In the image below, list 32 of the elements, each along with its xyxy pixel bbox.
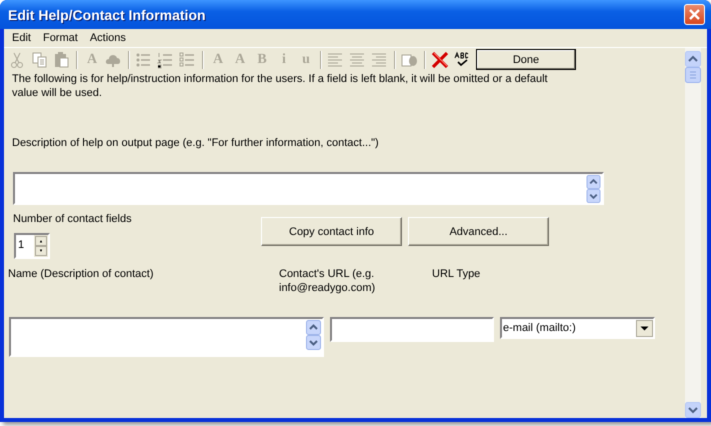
field-label: Description of help on output page (e.g. "For further information, contact...") (11, 137, 380, 149)
scroll-up-icon[interactable] (685, 51, 701, 67)
menu-item[interactable]: Edit (6, 32, 37, 44)
menu-item[interactable]: Actions (84, 32, 132, 44)
column-label: URL Type (432, 267, 480, 281)
close-icon (689, 9, 700, 20)
name-field[interactable] (9, 317, 324, 357)
done-button[interactable]: Done (476, 49, 576, 70)
spellcheck-icon[interactable] (453, 50, 471, 68)
url-field[interactable] (330, 317, 494, 342)
scroll-thumb[interactable] (685, 67, 701, 83)
url-type-dropdown[interactable]: e-mail (mailto:) (500, 317, 655, 339)
scroll-down-icon[interactable] (306, 335, 321, 350)
scroll-down-icon[interactable] (685, 402, 701, 418)
column-label: Name (Description of contact) (8, 267, 154, 281)
field-label: Number of contact fields (13, 213, 133, 225)
menu-item[interactable]: Format (36, 32, 84, 44)
scroll-up-icon[interactable] (586, 175, 601, 189)
window-title: Edit Help/Contact Information (8, 6, 206, 22)
description-field[interactable] (13, 172, 604, 205)
spin-up-icon[interactable] (35, 236, 47, 246)
instruction-text: The following is for help/instruction information for the users. If a field is left blank, it will be omitted or a default value will be used. (11, 72, 549, 100)
scrollbar[interactable] (685, 48, 701, 418)
number-spinner[interactable]: 1 (14, 233, 50, 259)
spin-down-icon[interactable] (35, 246, 47, 256)
delete-icon[interactable] (431, 50, 449, 68)
action-button[interactable]: Advanced... (408, 217, 549, 246)
scroll-up-icon[interactable] (306, 320, 321, 335)
column-label: Contact's URL (e.g. info@readygo.com) (279, 267, 376, 295)
action-button[interactable]: Copy contact info (261, 217, 402, 246)
scroll-down-icon[interactable] (586, 189, 601, 203)
close-button[interactable] (684, 4, 705, 25)
